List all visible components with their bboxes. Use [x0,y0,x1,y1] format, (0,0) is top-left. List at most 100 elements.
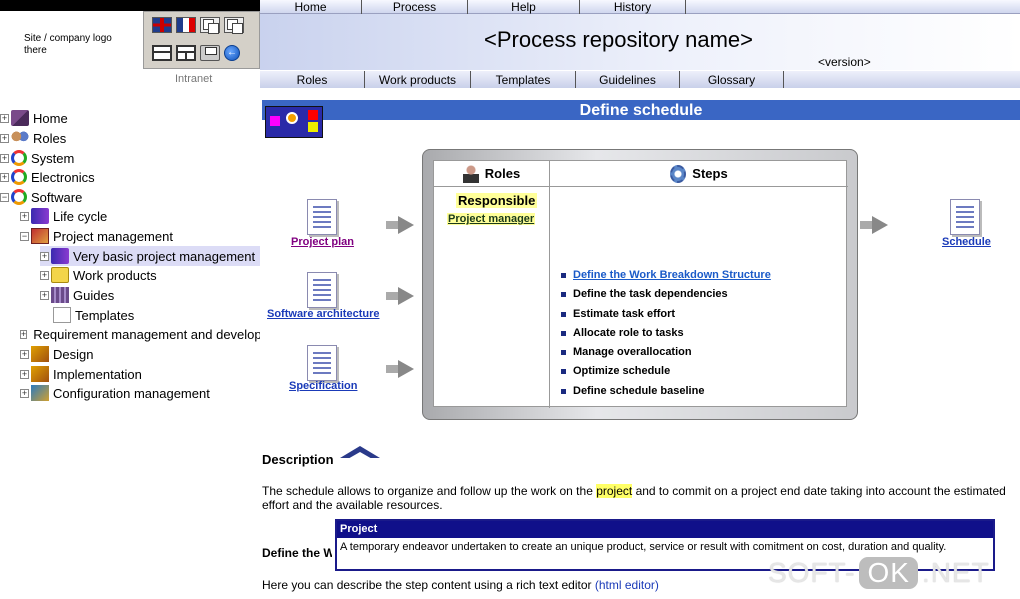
page-icon [53,307,71,323]
html-editor-link[interactable]: (html editor) [595,578,659,592]
step-item: Manage overallocation [561,343,841,362]
tree-item-very-basic-pm[interactable]: + Very basic project management [40,246,260,266]
step-item: Estimate task effort [561,305,841,324]
config-icon [31,385,49,401]
collapse-icon[interactable]: − [20,231,29,241]
step-item[interactable]: Define the Work Breakdown Structure [561,266,841,285]
role-project-manager-link[interactable]: Project manager [447,213,536,225]
input-specification-link[interactable]: Specification [289,380,357,392]
description-heading: Description [262,452,334,467]
lifecycle-icon [31,208,49,224]
document-icon[interactable] [307,199,337,235]
tree-item-project-management[interactable]: − Project management [20,226,175,246]
tree-item-software[interactable]: − Software [0,187,84,207]
tree-item-work-products[interactable]: + Work products [40,265,159,285]
ring-icon [11,169,27,185]
activity-title: Define schedule [262,100,1020,120]
expand-icon[interactable]: + [0,133,9,143]
tree-item-requirement-management[interactable]: +Requirement management and development [20,324,260,344]
tree-item-roles[interactable]: + Roles [0,128,68,148]
document-icon[interactable] [307,345,337,381]
step-item: Optimize schedule [561,362,841,381]
document-icon[interactable] [307,272,337,308]
repository-name: <Process repository name> [484,27,754,52]
steps-column-header: Steps [550,161,848,187]
watermark: SOFT- OK .NET [768,557,990,589]
subtab-roles[interactable]: Roles [260,71,365,88]
expand-icon[interactable]: + [40,270,49,280]
tree-item-home[interactable]: + Home [0,108,70,128]
expand-icon[interactable]: + [40,290,49,300]
flag-fr-icon[interactable] [176,17,196,33]
expand-icon[interactable]: + [0,153,9,163]
input-software-architecture-link[interactable]: Software architecture [267,308,379,320]
step-item: Define the task dependencies [561,285,841,304]
tool-icon [31,366,49,382]
subtab-templates[interactable]: Templates [471,71,576,88]
arrow-right-icon [386,360,416,378]
step-description: Here you can describe the step content u… [262,578,659,592]
back-icon[interactable]: ← [224,45,240,61]
expand-icon[interactable]: + [20,329,28,339]
frame-icon[interactable] [152,45,172,61]
left-top-bar [0,0,260,11]
roles-column: Responsible Project manager [434,187,550,408]
glossary-term-project[interactable]: project [596,484,633,498]
tree-item-guides[interactable]: + Guides [40,285,116,305]
caret-up-icon[interactable] [340,446,380,462]
tree-item-templates[interactable]: Templates [53,305,136,325]
roles-column-header: Roles [434,161,550,187]
nav-tab-home[interactable]: Home [260,0,362,14]
step-item: Allocate role to tasks [561,324,841,343]
home-icon [11,110,29,126]
top-nav: Home Process Help History [260,0,1020,14]
input-project-plan-link[interactable]: Project plan [291,236,354,248]
copy-icon[interactable] [200,17,220,34]
tree-item-electronics[interactable]: + Electronics [0,167,97,187]
subtab-glossary[interactable]: Glossary [680,71,784,88]
tool-icon [31,346,49,362]
arrow-right-icon [386,216,416,234]
steps-list: Define the Work Breakdown Structure Defi… [561,266,841,401]
folder-icon [51,267,69,283]
guides-icon [51,287,69,303]
document-icon[interactable] [950,199,980,235]
collapse-icon[interactable]: − [0,192,9,202]
nav-tab-history[interactable]: History [580,0,686,14]
arrow-right-icon [386,287,416,305]
print-icon[interactable] [200,45,220,61]
tree-item-configuration-management[interactable]: + Configuration management [20,383,212,403]
expand-icon[interactable]: + [0,172,9,182]
toolbar: ← [143,11,260,69]
subtab-work-products[interactable]: Work products [365,71,471,88]
expand-icon[interactable]: + [0,113,9,123]
gear-icon [670,164,687,183]
site-logo: Site / company logo there [24,33,112,56]
person-icon [462,164,479,183]
tooltip-title: Project [337,521,993,538]
frameset-icon[interactable] [176,45,196,61]
expand-icon[interactable]: + [20,211,29,221]
nav-tab-process[interactable]: Process [362,0,468,14]
tree-item-implementation[interactable]: + Implementation [20,364,144,384]
expand-icon[interactable]: + [40,251,49,261]
sub-nav: Roles Work products Templates Guidelines… [260,71,1020,88]
expand-icon[interactable]: + [20,369,29,379]
copy-all-icon[interactable] [224,17,244,34]
tooltip-text: A temporary endeavor undertaken to creat… [340,541,947,553]
subtab-guidelines[interactable]: Guidelines [576,71,680,88]
process-icon [51,248,69,264]
nav-tab-help[interactable]: Help [468,0,580,14]
output-schedule-link[interactable]: Schedule [942,236,991,248]
ring-icon [11,189,27,205]
flag-uk-icon[interactable] [152,17,172,33]
version-label: <version> [818,55,871,69]
description-text: The schedule allows to organize and foll… [262,484,1006,512]
discipline-icon [31,228,49,244]
expand-icon[interactable]: + [20,388,29,398]
expand-icon[interactable]: + [20,349,29,359]
arrow-right-icon [860,216,890,234]
tree-item-system[interactable]: + System [0,148,76,168]
tree-item-design[interactable]: + Design [20,344,95,364]
tree-item-life-cycle[interactable]: + Life cycle [20,206,109,226]
